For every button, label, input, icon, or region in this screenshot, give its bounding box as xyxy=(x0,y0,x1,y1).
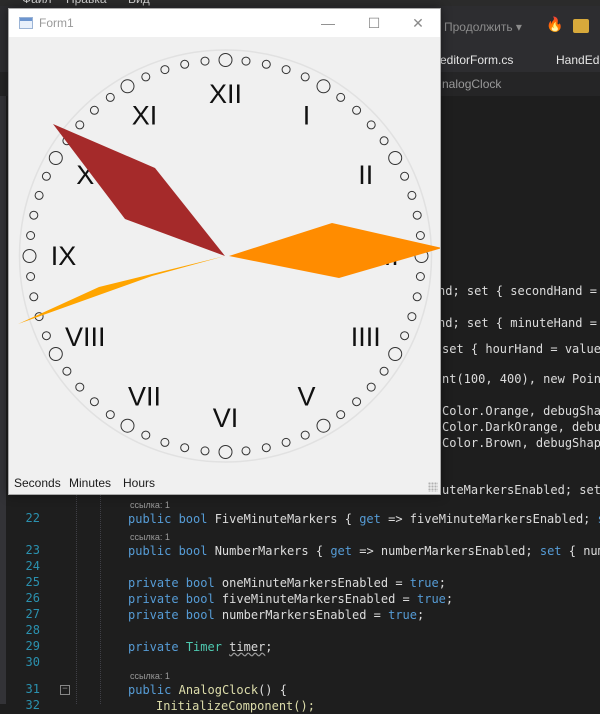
analog-clock-control[interactable]: XIIIIIIIIIIIIVVIVIIVIIIIXXXI xyxy=(9,37,440,471)
line-number: 22 xyxy=(25,511,40,525)
code-fragment: Color.Brown, debugShape); xyxy=(442,436,600,450)
clock-numeral: XII xyxy=(209,79,242,109)
code-line: InitializeComponent(); xyxy=(156,699,315,713)
codelens-references[interactable]: ссылка: 1 xyxy=(130,500,170,510)
line-number: 32 xyxy=(25,698,40,712)
clock-numeral: VI xyxy=(213,403,239,433)
code-line: public bool FiveMinuteMarkers { get => f… xyxy=(128,512,600,526)
code-fragment: Color.Orange, debugShape xyxy=(442,404,600,418)
line-number: 24 xyxy=(25,559,40,573)
line-number: 30 xyxy=(25,655,40,669)
collapse-toggle[interactable]: − xyxy=(60,685,70,695)
line-number: 25 xyxy=(25,575,40,589)
tab-handeditor[interactable]: HandEd xyxy=(556,53,599,67)
code-line: public AnalogClock() { xyxy=(128,683,287,697)
clock-numeral: II xyxy=(358,160,373,190)
maximize-button[interactable]: ☐ xyxy=(351,9,397,37)
code-fragment: set { hourHand = value; xyxy=(442,342,600,356)
member-dropdown[interactable]: nalogClock xyxy=(442,77,501,91)
code-fragment: Color.DarkOrange, debug xyxy=(442,420,600,434)
continue-button[interactable]: Продолжить ▾ xyxy=(444,20,522,34)
clock-face: XIIIIIIIIIIIIVVIVIIVIIIIXXXI xyxy=(18,49,440,463)
code-fragment: uteMarkersEnabled; set { xyxy=(442,483,600,497)
title-bar[interactable]: Form1 — ☐ ✕ xyxy=(9,9,440,37)
clock-numeral: XI xyxy=(132,101,158,131)
clock-numeral: IX xyxy=(51,241,77,271)
code-line: private bool oneMinuteMarkersEnabled = t… xyxy=(128,576,446,590)
code-fragment: nd; set { minuteHand = xyxy=(438,316,600,330)
codelens-references[interactable]: ссылка: 1 xyxy=(130,532,170,542)
code-line: private bool numberMarkersEnabled = true… xyxy=(128,608,425,622)
code-fragment: nt(100, 400), new Point xyxy=(442,372,600,386)
line-number: 28 xyxy=(25,623,40,637)
clock-numeral: I xyxy=(303,101,311,131)
line-number: 26 xyxy=(25,591,40,605)
minimize-button[interactable]: — xyxy=(305,9,351,37)
hot-reload-icon[interactable]: 🔥 xyxy=(546,17,563,33)
codelens-references[interactable]: ссылка: 1 xyxy=(130,671,170,681)
hours-label[interactable]: Hours xyxy=(123,476,155,490)
folder-icon[interactable] xyxy=(573,19,589,33)
window-title: Form1 xyxy=(39,16,74,30)
line-number: 27 xyxy=(25,607,40,621)
clock-numeral: V xyxy=(297,381,315,411)
clock-numeral: VIII xyxy=(65,322,106,352)
tab-editorform[interactable]: editorForm.cs xyxy=(440,53,513,67)
editor-margin xyxy=(0,96,6,704)
code-line: private bool fiveMinuteMarkersEnabled = … xyxy=(128,592,454,606)
app-window-icon xyxy=(19,17,33,29)
code-fragment: nd; set { secondHand = xyxy=(438,284,600,298)
resize-grip[interactable] xyxy=(428,482,438,492)
status-strip: Seconds Minutes Hours xyxy=(9,471,440,494)
line-number: 23 xyxy=(25,543,40,557)
line-number: 29 xyxy=(25,639,40,653)
clock-numeral: VII xyxy=(128,381,161,411)
line-number: 31 xyxy=(25,682,40,696)
clock-numeral: IIII xyxy=(351,322,381,352)
close-button[interactable]: ✕ xyxy=(395,9,441,37)
form1-window: Form1 — ☐ ✕ XIIIIIIIIIIIIVVIVIIVIIIIXXXI… xyxy=(8,8,441,495)
minutes-label[interactable]: Minutes xyxy=(69,476,111,490)
seconds-label[interactable]: Seconds xyxy=(14,476,61,490)
code-line: public bool NumberMarkers { get => numbe… xyxy=(128,544,600,558)
code-line: private Timer timer; xyxy=(128,640,273,654)
